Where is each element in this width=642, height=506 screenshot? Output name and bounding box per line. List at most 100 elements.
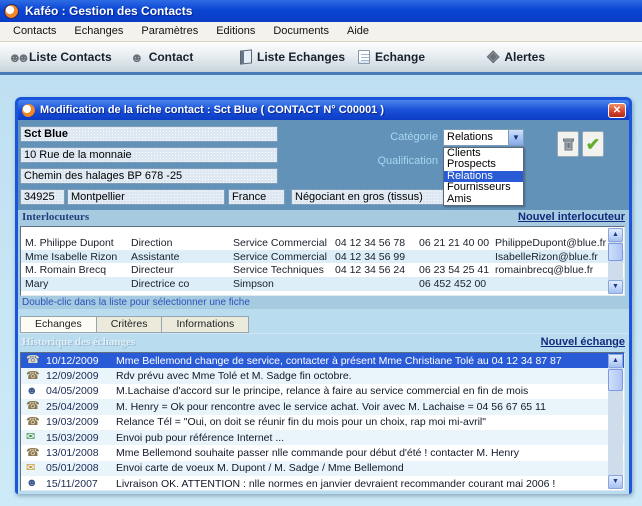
exchange-text: M. Henry = Ok pour rencontre avec le ser… bbox=[116, 400, 546, 413]
address2-field[interactable]: Chemin des halages BP 678 -25 bbox=[20, 168, 278, 184]
toolbar-liste-echanges-button[interactable]: Liste Echanges bbox=[240, 42, 345, 72]
interlocuteur-mobile: 06 452 452 00 bbox=[419, 277, 487, 290]
toolbar-alertes-button[interactable]: ◈ Alertes bbox=[487, 42, 545, 72]
alert-diamond-bell-icon: ◈ bbox=[487, 48, 500, 65]
toolbar-liste-contacts-button[interactable]: ☻☻ Liste Contacts bbox=[8, 42, 112, 72]
tab-informations[interactable]: Informations bbox=[162, 316, 250, 333]
interlocuteurs-list[interactable]: ▲ ▼ M. Philippe Dupont Direction Service… bbox=[20, 226, 625, 296]
exchange-date: 15/11/2007 bbox=[46, 477, 98, 490]
exchange-type-icon bbox=[26, 355, 46, 366]
exchange-row[interactable]: 13/01/2008 Mme Bellemond souhaite passer… bbox=[21, 445, 624, 460]
check-icon: ✔ bbox=[585, 134, 601, 154]
scrollbar-thumb[interactable] bbox=[608, 243, 623, 261]
interlocuteur-role: Directrice co bbox=[131, 277, 190, 290]
category-selected-value: Relations bbox=[447, 131, 493, 143]
exchange-type-icon bbox=[26, 417, 46, 428]
interlocuteurs-section: Interlocuteurs Nouvel interlocuteur ▲ ▼ … bbox=[18, 210, 629, 309]
zip-field[interactable]: 34925 bbox=[20, 189, 65, 205]
double-click-hint: Double-clic dans la liste pour sélection… bbox=[22, 297, 250, 308]
application-window: Kaféo : Gestion des Contacts Contacts Ech… bbox=[0, 0, 642, 506]
toolbar-label: Echange bbox=[375, 50, 426, 64]
exchange-row[interactable]: 10/12/2009 Mme Bellemond change de servi… bbox=[21, 353, 624, 369]
interlocuteur-phone: 04 12 34 56 78 bbox=[335, 236, 406, 249]
kafeo-app-icon bbox=[4, 3, 19, 19]
interlocuteur-service: Service Commercial bbox=[233, 236, 327, 249]
exchange-row[interactable]: 25/04/2009 M. Henry = Ok pour rencontre … bbox=[21, 399, 624, 415]
exchange-date: 15/03/2009 bbox=[46, 431, 99, 444]
history-scrollbar[interactable]: ▲ ▼ bbox=[608, 354, 623, 489]
exchange-date: 10/12/2009 bbox=[46, 354, 99, 367]
tab-criteres[interactable]: Critères bbox=[96, 316, 163, 333]
exchange-text: Livraison OK. ATTENTION : nlle normes en… bbox=[116, 477, 556, 490]
history-list[interactable]: ▲ ▼ 10/12/2009 Mme Bellemond change de s… bbox=[20, 352, 625, 491]
interlocuteur-name: M. Philippe Dupont bbox=[25, 236, 114, 249]
interlocuteur-name: Mary bbox=[25, 277, 49, 290]
interlocuteur-email: IsabelleRizon@blue.fr bbox=[495, 250, 598, 263]
toolbar-label: Contact bbox=[148, 50, 194, 64]
address1-field[interactable]: 10 Rue de la monnaie bbox=[20, 147, 278, 163]
exchange-type-icon bbox=[26, 432, 46, 443]
interlocuteur-phone: 04 12 34 56 24 bbox=[335, 264, 406, 277]
category-option[interactable]: Amis bbox=[444, 193, 523, 205]
scroll-up-icon[interactable]: ▲ bbox=[608, 228, 623, 242]
category-dropdown[interactable]: Relations ▼ bbox=[443, 129, 524, 146]
exchange-text: Mme Bellemond souhaite passer nlle comma… bbox=[116, 447, 519, 460]
menu-item[interactable]: Editions bbox=[207, 22, 264, 41]
menu-item[interactable]: Aide bbox=[338, 22, 378, 41]
toolbar-label: Liste Contacts bbox=[28, 50, 112, 64]
city-field[interactable]: Montpellier bbox=[67, 189, 225, 205]
scrollbar-thumb[interactable] bbox=[608, 369, 623, 391]
nouvel-echange-link[interactable]: Nouvel échange bbox=[541, 336, 625, 348]
exchange-row[interactable]: 19/03/2009 Relance Tél = "Oui, on doit s… bbox=[21, 415, 624, 430]
exchange-text: Relance Tél = "Oui, on doit se réunir fi… bbox=[116, 416, 486, 429]
exchange-date: 19/03/2009 bbox=[46, 416, 99, 429]
interlocuteurs-scrollbar[interactable]: ▲ ▼ bbox=[608, 228, 623, 294]
menu-item[interactable]: Paramètres bbox=[132, 22, 207, 41]
tab-echanges[interactable]: Echanges bbox=[20, 316, 97, 333]
main-window-title: Kaféo : Gestion des Contacts bbox=[25, 4, 193, 18]
exchange-row[interactable]: 15/03/2009 Envoi pub pour référence Inte… bbox=[21, 429, 624, 446]
exchange-type-icon bbox=[26, 386, 46, 397]
exchange-row[interactable]: 04/05/2009 M.Lachaise d'accord sur le pr… bbox=[21, 384, 624, 399]
interlocuteur-phone: 04 12 34 56 99 bbox=[335, 250, 406, 263]
category-options-list: Clients Prospects Relations Fournisseurs Ami… bbox=[443, 147, 524, 207]
interlocuteur-row[interactable]: M. Philippe Dupont Direction Service Com… bbox=[21, 236, 624, 250]
interlocuteurs-title: Interlocuteurs bbox=[22, 211, 90, 223]
interlocuteur-email: PhilippeDupont@blue.fr bbox=[495, 236, 607, 249]
open-book-icon bbox=[240, 49, 252, 65]
interlocuteur-email: romainbrecq@blue.fr bbox=[495, 264, 594, 277]
interlocuteur-service: Service Commercial bbox=[233, 250, 327, 263]
menu-item[interactable]: Documents bbox=[264, 22, 338, 41]
validate-button[interactable]: ✔ bbox=[582, 131, 604, 157]
menu-item[interactable]: Contacts bbox=[4, 22, 65, 41]
toolbar-echange-button[interactable]: Echange bbox=[358, 42, 425, 72]
exchange-row[interactable]: 15/11/2007 Livraison OK. ATTENTION : nll… bbox=[21, 476, 624, 490]
nouvel-interlocuteur-link[interactable]: Nouvel interlocuteur bbox=[518, 211, 625, 223]
scroll-up-icon[interactable]: ▲ bbox=[608, 354, 623, 368]
toolbar-contact-button[interactable]: ☻ Contact bbox=[130, 42, 193, 72]
interlocuteur-row[interactable]: Mme Isabelle Rizon Assistante Service Co… bbox=[21, 249, 624, 264]
close-icon[interactable]: ✕ bbox=[608, 102, 626, 118]
exchange-date: 25/04/2009 bbox=[46, 400, 99, 413]
country-field[interactable]: France bbox=[228, 189, 285, 205]
exchange-type-icon bbox=[26, 478, 46, 489]
interlocuteur-service: Simpson bbox=[233, 277, 274, 290]
interlocuteur-row[interactable]: Mary Directrice co Simpson 06 452 452 00 bbox=[21, 277, 624, 291]
delete-button[interactable] bbox=[557, 131, 579, 157]
category-option[interactable]: Fournisseurs bbox=[444, 181, 523, 193]
scroll-down-icon[interactable]: ▼ bbox=[608, 475, 623, 489]
exchange-type-icon bbox=[26, 401, 46, 412]
chevron-down-icon[interactable]: ▼ bbox=[508, 130, 523, 145]
exchange-row[interactable]: 12/09/2009 Rdv prévu avec Mme Tolé et M.… bbox=[21, 368, 624, 384]
menu-item[interactable]: Echanges bbox=[65, 22, 132, 41]
scroll-down-icon[interactable]: ▼ bbox=[608, 280, 623, 294]
main-titlebar: Kaféo : Gestion des Contacts bbox=[0, 0, 642, 22]
qualification-label: Qualification bbox=[377, 155, 438, 167]
toolbar-label: Liste Echanges bbox=[257, 50, 346, 64]
company-name-field[interactable]: Sct Blue bbox=[20, 126, 278, 142]
interlocuteurs-header: Interlocuteurs Nouvel interlocuteur bbox=[18, 210, 629, 226]
qualification-field[interactable]: Négociant en gros (tissus) bbox=[291, 189, 454, 205]
toolbar: ☻☻ Liste Contacts ☻ Contact Liste Echang… bbox=[0, 42, 642, 72]
exchange-row[interactable]: 05/01/2008 Envoi carte de voeux M. Dupon… bbox=[21, 460, 624, 477]
interlocuteur-row[interactable]: M. Romain Brecq Directeur Service Techni… bbox=[21, 263, 624, 277]
